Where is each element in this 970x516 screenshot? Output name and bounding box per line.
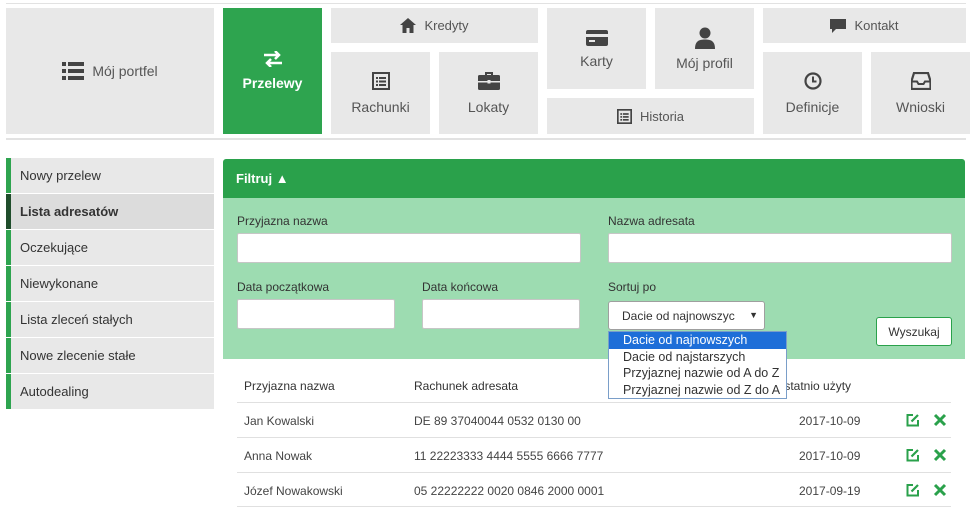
delete-icon[interactable]	[933, 483, 947, 497]
sort-option[interactable]: Dacie od najstarszych	[609, 349, 786, 366]
nav-label-profile: Mój profil	[676, 54, 733, 71]
nav-tile-cards[interactable]: Karty	[547, 8, 646, 89]
nav-label-portfolio: Mój portfel	[92, 63, 158, 79]
document-list-icon	[616, 108, 632, 124]
sidebar-item-label: Lista adresatów	[20, 204, 119, 219]
sidebar-item-new-standing-order[interactable]: Nowe zlecenie stałe	[6, 338, 214, 373]
clock-icon	[803, 71, 822, 90]
nav-tile-contact[interactable]: Kontakt	[763, 8, 966, 43]
date-end-input[interactable]	[422, 299, 580, 329]
nav-tile-history[interactable]: Historia	[547, 98, 754, 134]
table-row: Anna Nowak 11 22223333 4444 5555 6666 77…	[237, 437, 951, 472]
nav-divider-bottom	[6, 138, 966, 140]
sidebar-item-label: Nowe zlecenie stałe	[20, 348, 136, 363]
edit-icon[interactable]	[906, 413, 920, 427]
sidebar-item-label: Oczekujące	[20, 240, 88, 255]
sort-selected-value: Dacie od najnowszyc	[622, 308, 735, 323]
sidebar-item-label: Nowy przelew	[20, 168, 101, 183]
sort-select[interactable]: Dacie od najnowszyc ▼	[608, 301, 765, 330]
cell-account: DE 89 37040044 0532 0130 00	[414, 414, 581, 428]
friendly-name-input[interactable]	[237, 233, 581, 263]
cell-last-used: 2017-10-09	[799, 414, 861, 428]
cell-last-used: 2017-10-09	[799, 449, 861, 463]
nav-tile-deposits[interactable]: Lokaty	[439, 52, 538, 134]
nav-label-credits: Kredyty	[424, 18, 469, 33]
sort-option[interactable]: Przyjaznej nazwie od A do Z	[609, 365, 786, 382]
edit-icon[interactable]	[906, 448, 920, 462]
date-start-input[interactable]	[237, 299, 395, 329]
nav-tile-accounts[interactable]: Rachunki	[331, 52, 430, 134]
nav-label-transfers: Przelewy	[242, 75, 303, 91]
document-list-icon	[371, 71, 390, 90]
cell-name: Anna Nowak	[244, 449, 313, 463]
sidebar: Nowy przelew Lista adresatów Oczekujące …	[6, 158, 214, 410]
inbox-icon	[910, 71, 931, 90]
date-start-label: Data początkowa	[237, 280, 330, 294]
nav-label-history: Historia	[639, 108, 685, 124]
sidebar-item-recipient-list[interactable]: Lista adresatów	[6, 194, 214, 229]
date-end-label: Data końcowa	[422, 280, 499, 294]
column-header-account[interactable]: Rachunek adresata	[414, 379, 518, 393]
table-row: Jan Kowalski DE 89 37040044 0532 0130 00…	[237, 402, 951, 437]
nav-divider-top	[6, 3, 966, 4]
filter-panel: Filtruj ▲ Przyjazna nazwa Nazwa adresata…	[223, 159, 965, 359]
sort-label: Sortuj po	[608, 280, 657, 294]
delete-icon[interactable]	[933, 448, 947, 462]
sidebar-item-label: Autodealing	[20, 384, 89, 399]
nav-label-deposits: Lokaty	[467, 98, 510, 115]
nav-label-definitions: Definicje	[785, 98, 840, 115]
nav-label-contact: Kontakt	[854, 18, 899, 33]
cell-account: 11 22223333 4444 5555 6666 7777	[414, 449, 604, 463]
nav-tile-credits[interactable]: Kredyty	[331, 8, 538, 43]
filter-toggle[interactable]: Filtruj ▲	[223, 159, 965, 198]
sidebar-item-new-transfer[interactable]: Nowy przelew	[6, 158, 214, 193]
nav-label-applications: Wnioski	[895, 98, 945, 115]
column-header-friendly-name[interactable]: Przyjazna nazwa	[244, 379, 335, 393]
briefcase-icon	[477, 71, 500, 90]
nav-tile-applications[interactable]: Wnioski	[871, 52, 970, 134]
table-row: Józef Nowakowski 05 22222222 0020 0846 2…	[237, 472, 951, 507]
sidebar-item-label: Niewykonane	[20, 276, 99, 291]
sort-dropdown: Dacie od najnowszych Dacie od najstarszy…	[608, 331, 787, 399]
user-icon	[694, 27, 715, 49]
sidebar-item-pending[interactable]: Oczekujące	[6, 230, 214, 265]
nav-tile-profile[interactable]: Mój profil	[655, 8, 754, 89]
exchange-icon	[262, 51, 284, 67]
nav-tile-definitions[interactable]: Definicje	[763, 52, 862, 134]
nav-label-accounts: Rachunki	[351, 98, 410, 115]
recipient-name-input[interactable]	[608, 233, 952, 263]
friendly-name-label: Przyjazna nazwa	[237, 214, 328, 228]
list-icon	[62, 62, 85, 80]
credit-card-icon	[585, 29, 608, 47]
recipient-name-label: Nazwa adresata	[608, 214, 695, 228]
sort-option[interactable]: Przyjaznej nazwie od Z do A	[609, 382, 786, 399]
search-button[interactable]: Wyszukaj	[876, 317, 952, 346]
cell-name: Jan Kowalski	[244, 414, 315, 428]
filter-form: Przyjazna nazwa Nazwa adresata Data pocz…	[223, 198, 965, 359]
cell-name: Józef Nowakowski	[244, 484, 343, 498]
nav-tile-transfers[interactable]: Przelewy	[223, 8, 322, 134]
edit-icon[interactable]	[906, 483, 920, 497]
caret-down-icon: ▼	[749, 310, 758, 320]
cell-last-used: 2017-09-19	[799, 484, 861, 498]
main-navigation: Mój portfel Przelewy Kredyty Rachunki Lo…	[0, 0, 970, 142]
home-icon	[400, 18, 417, 33]
nav-tile-portfolio[interactable]: Mój portfel	[6, 8, 214, 134]
sort-option[interactable]: Dacie od najnowszych	[609, 332, 786, 349]
cell-account: 05 22222222 0020 0846 2000 0001	[414, 484, 605, 498]
delete-icon[interactable]	[933, 413, 947, 427]
comment-icon	[830, 18, 847, 33]
sidebar-item-standing-orders[interactable]: Lista zleceń stałych	[6, 302, 214, 337]
sidebar-item-not-executed[interactable]: Niewykonane	[6, 266, 214, 301]
nav-label-cards: Karty	[580, 52, 613, 69]
sidebar-item-autodealing[interactable]: Autodealing	[6, 374, 214, 409]
sidebar-item-label: Lista zleceń stałych	[20, 312, 133, 327]
